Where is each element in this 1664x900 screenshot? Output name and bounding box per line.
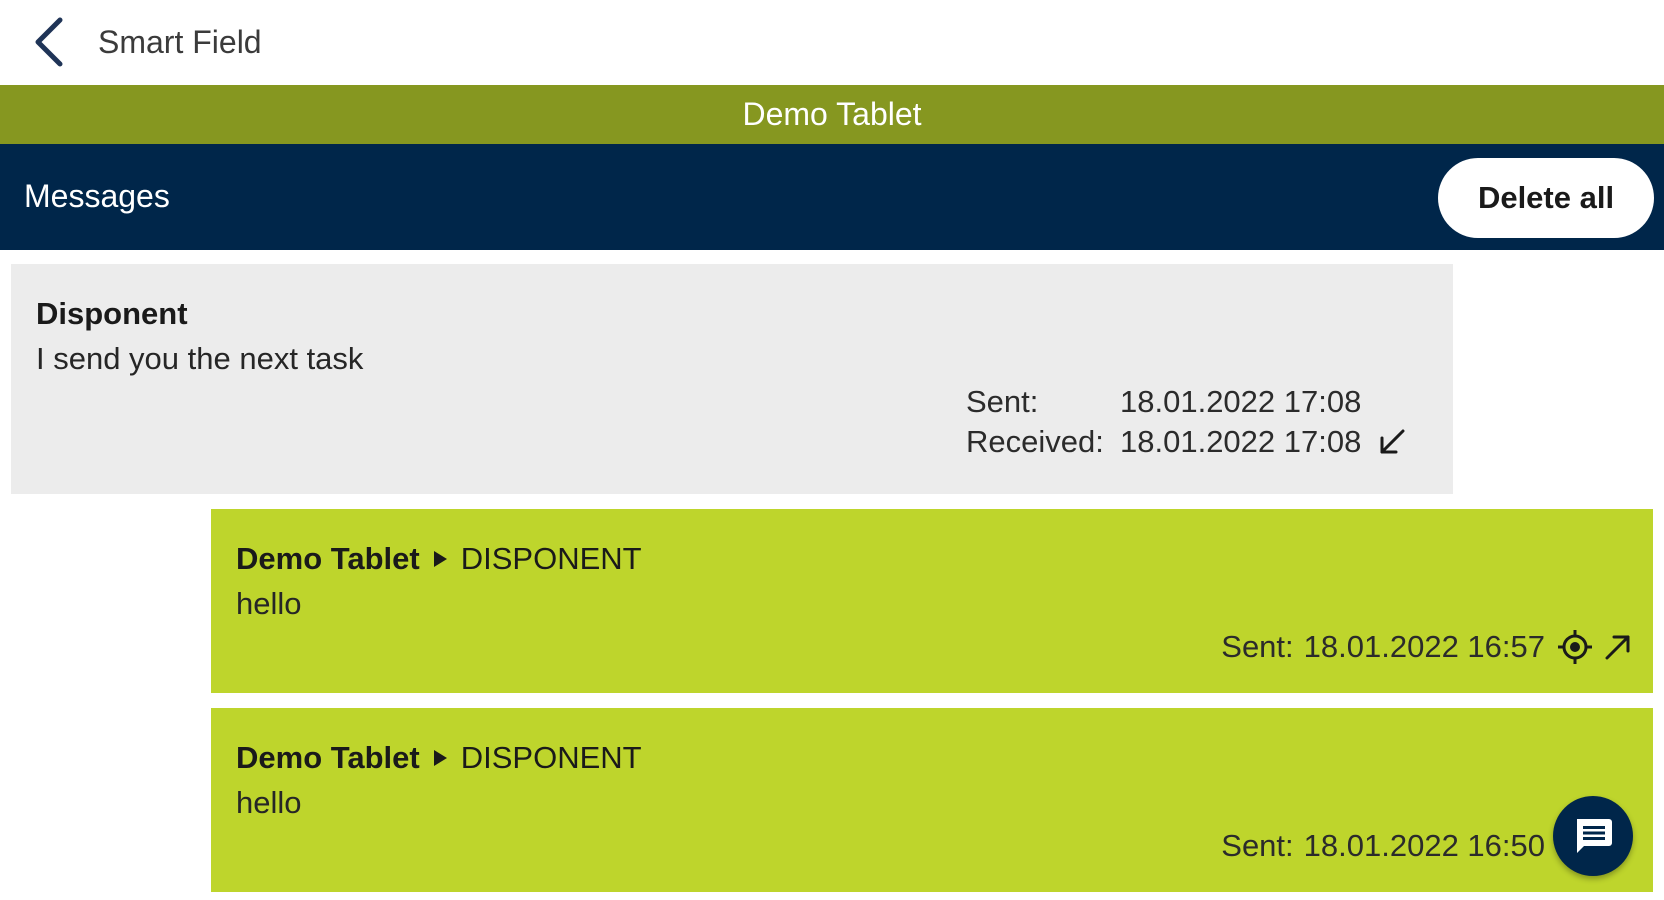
sent-label: Sent: (1221, 828, 1294, 863)
message-recipient: DISPONENT (460, 740, 642, 775)
message-meta: Sent: 18.01.2022 17:08 Received: 18.01.2… (966, 382, 1407, 462)
messages-title: Messages (24, 178, 170, 214)
device-name-bar: Demo Tablet (0, 85, 1664, 144)
play-arrow-icon (433, 750, 447, 766)
chat-message-icon (1577, 819, 1612, 853)
received-time: 18.01.2022 17:08 (1120, 424, 1362, 459)
sent-time: 18.01.2022 16:57 (1303, 629, 1545, 664)
sent-label: Sent: (966, 384, 1039, 419)
message-sender: Demo Tablet DISPONENT (236, 738, 642, 778)
message-text: I send you the next task (36, 341, 364, 376)
location-target-icon (1557, 629, 1593, 665)
app-title: Smart Field (98, 24, 262, 60)
compose-message-button[interactable] (1553, 796, 1633, 876)
received-label: Received: (966, 424, 1104, 459)
message-incoming[interactable]: Disponent I send you the next task Sent:… (11, 264, 1453, 494)
message-recipient: DISPONENT (460, 541, 642, 576)
sent-time: 18.01.2022 16:50 (1303, 828, 1545, 863)
message-sender: Disponent (36, 296, 188, 331)
device-name: Demo Tablet (742, 96, 922, 132)
play-arrow-icon (433, 551, 447, 567)
messages-header: Messages Delete all (0, 144, 1664, 250)
message-text: hello (236, 586, 302, 621)
message-sender: Demo Tablet DISPONENT (236, 539, 642, 579)
message-text: hello (236, 785, 302, 820)
sent-label: Sent: (1221, 629, 1294, 664)
message-outgoing[interactable]: Demo Tablet DISPONENT hello Sent: 18.01.… (211, 708, 1653, 892)
message-meta: Sent: 18.01.2022 16:57 (1221, 627, 1633, 667)
app-bar: Smart Field (0, 0, 1664, 85)
arrow-up-right-icon (1603, 632, 1633, 662)
sent-time: 18.01.2022 17:08 (1120, 384, 1362, 419)
chevron-left-icon (35, 17, 63, 67)
delete-all-button[interactable]: Delete all (1438, 158, 1654, 238)
message-outgoing[interactable]: Demo Tablet DISPONENT hello Sent: 18.01.… (211, 509, 1653, 693)
back-button[interactable] (20, 12, 80, 72)
arrow-down-left-icon (1377, 427, 1407, 457)
